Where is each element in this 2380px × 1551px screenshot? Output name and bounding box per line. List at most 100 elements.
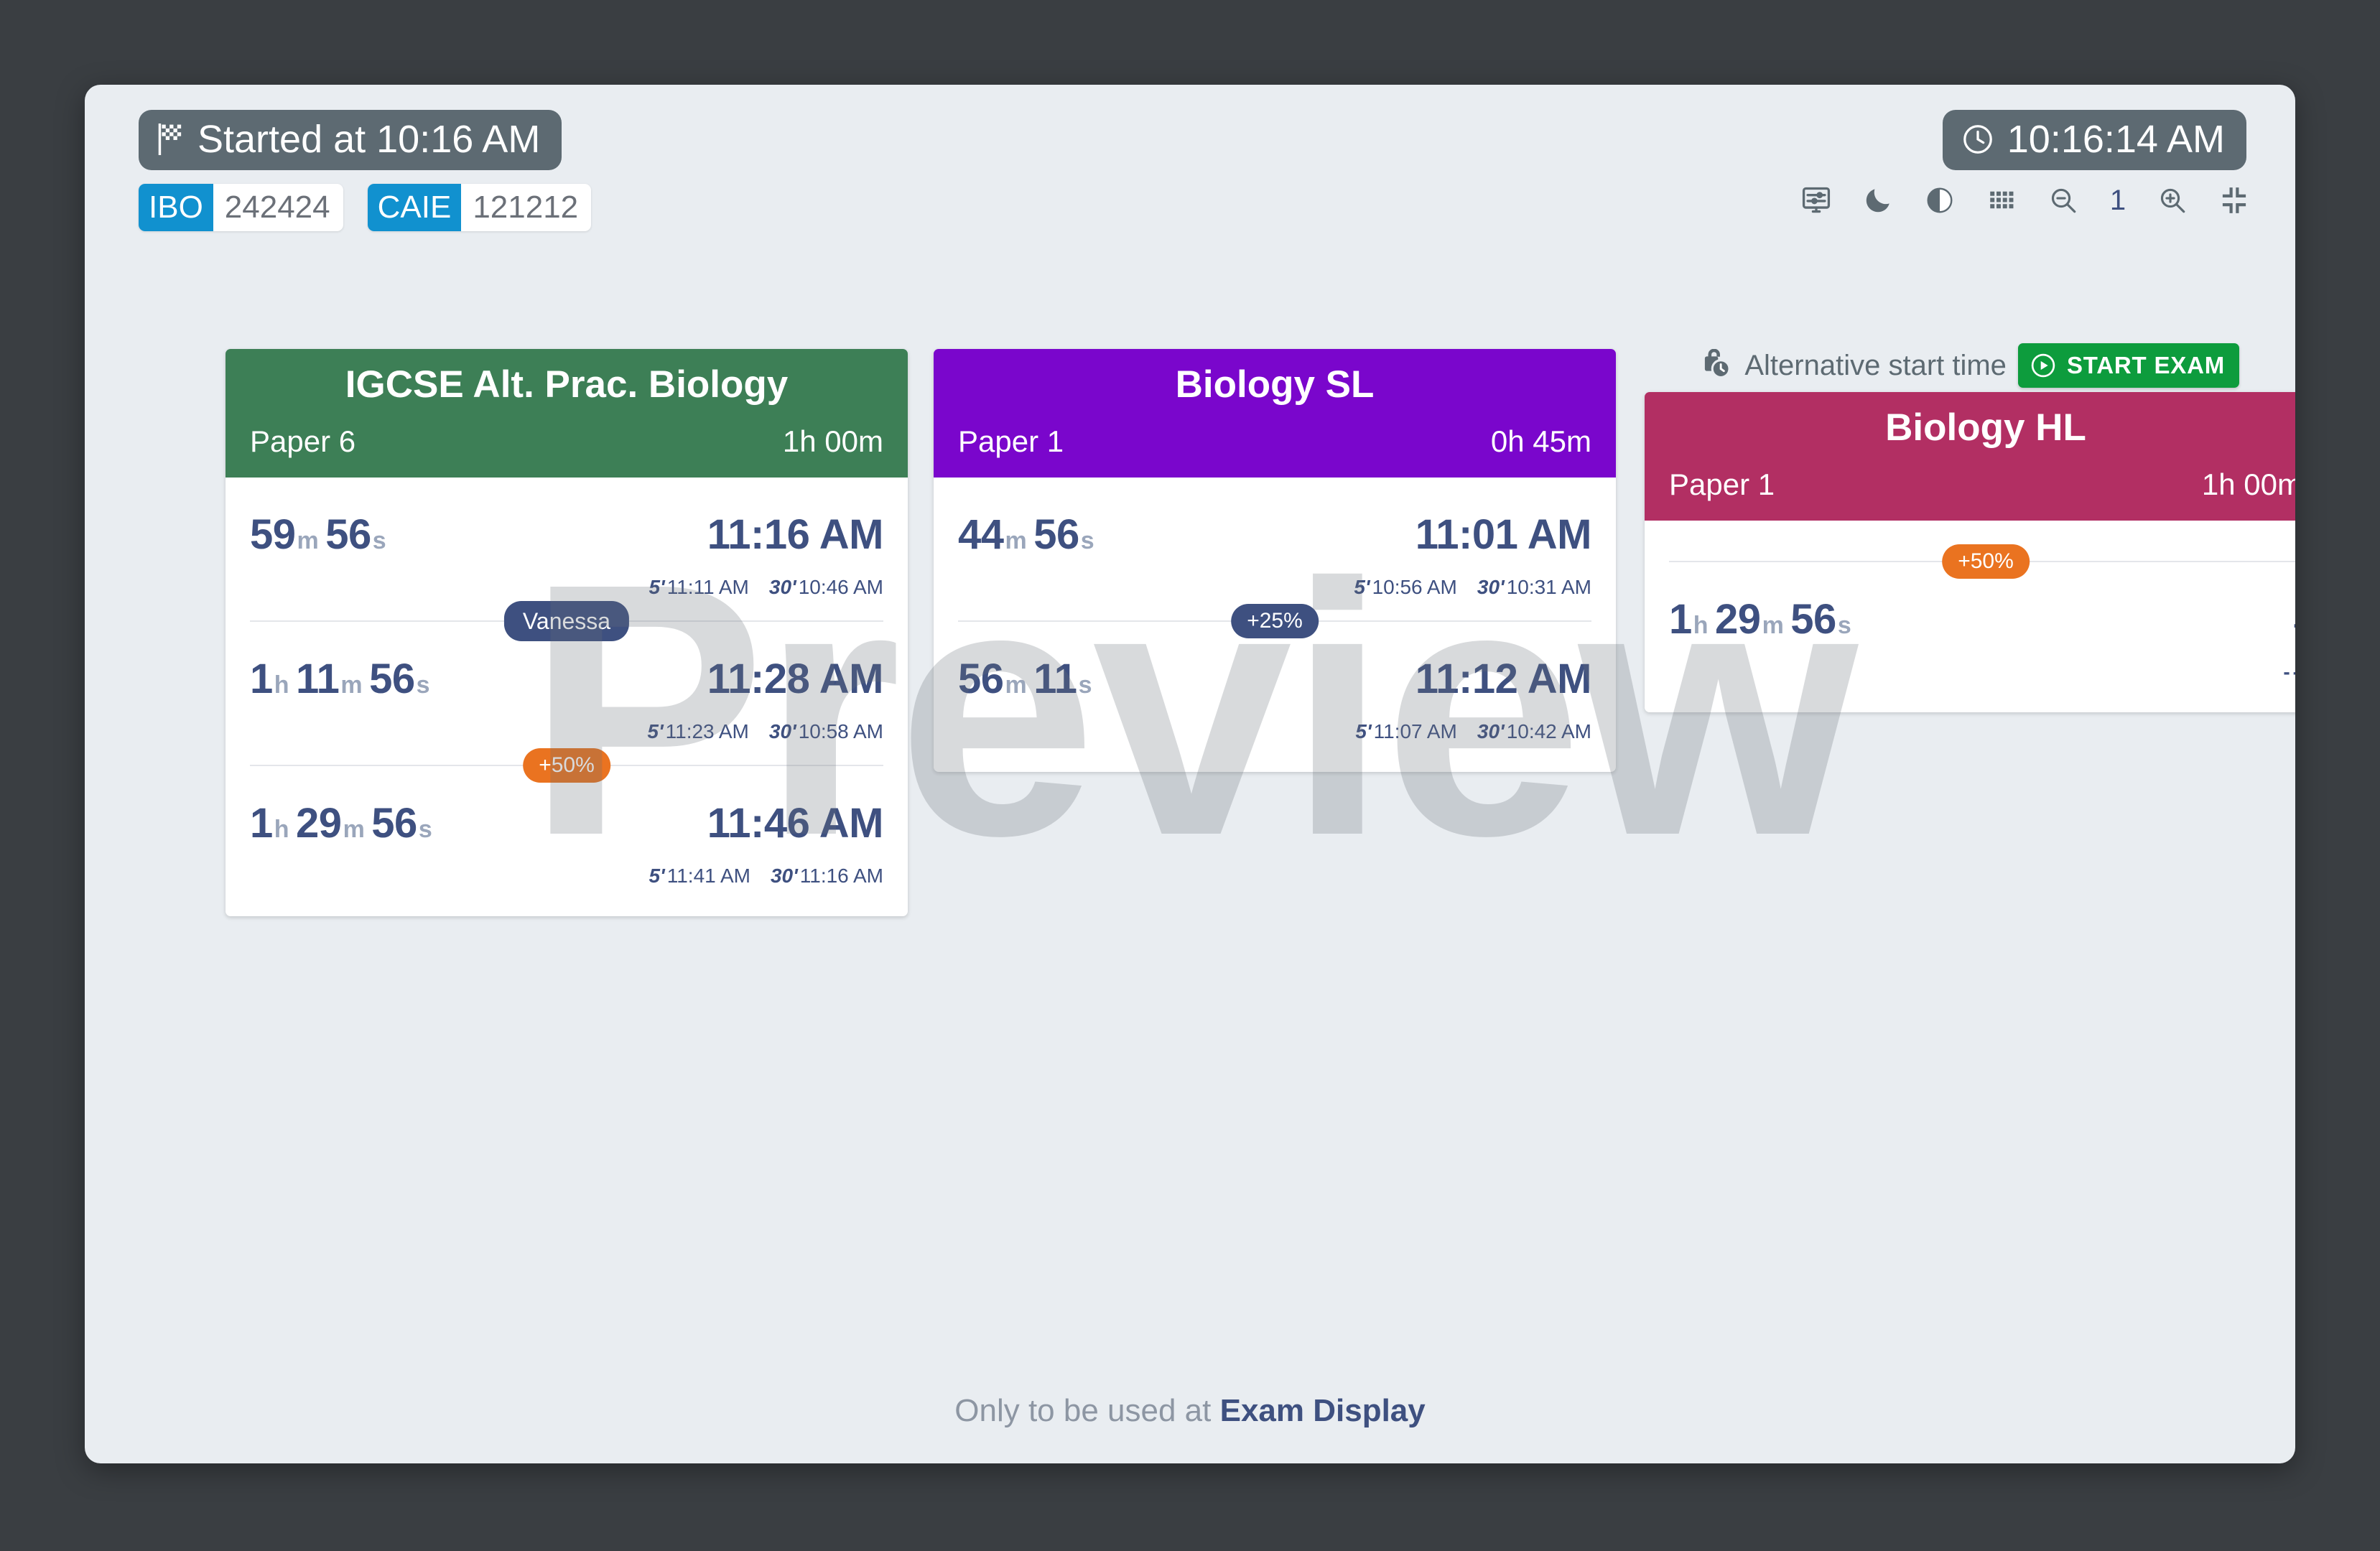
warning-mark: 5'	[649, 576, 665, 599]
exam-slot: 1h 11m 56s 11:28 AM 5' 11:23 AM 30' 10:58 AM	[250, 622, 884, 765]
remaining-unit: m	[1005, 671, 1027, 699]
remaining-value: 29	[1715, 596, 1761, 643]
footer-note: Only to be used at Exam Display	[85, 1393, 2295, 1429]
compress-icon[interactable]	[2218, 184, 2251, 217]
start-exam-button[interactable]: START EXAM	[2017, 343, 2239, 388]
exam-slot: 44m 56s 11:01 AM 5' 10:56 AM 30' 10:31 AM	[958, 478, 1592, 620]
remaining-time: 1h 29m 56s	[250, 799, 439, 847]
end-time: 11:01 AM	[1415, 511, 1592, 559]
warning-mark: 5'	[647, 720, 664, 743]
remaining-value: 1	[1669, 596, 1692, 643]
remaining-unit: s	[1080, 527, 1094, 555]
exam-slot: 1h 29m 56s 11:46 AM 5' 11:41 AM 30' 11:16 AM	[250, 766, 884, 909]
remaining-unit: m	[1762, 612, 1784, 640]
slot-main: 56m 11s 11:12 AM	[958, 622, 1592, 703]
id-chip-number: 242424	[224, 190, 330, 225]
slot-main: 44m 56s 11:01 AM	[958, 478, 1592, 559]
exam-slot: 1h29m56s - --	[1669, 562, 2295, 705]
warning-mark: 5'	[649, 865, 665, 888]
remaining-time: 44m 56s	[958, 511, 1101, 559]
warning-mark: 30'	[1477, 720, 1505, 743]
zoom-in-icon[interactable]	[2156, 184, 2189, 217]
start-exam-label: START EXAM	[2066, 352, 2225, 378]
card-title: Biology SL	[1175, 363, 1375, 406]
warning-mark: 30'	[768, 720, 796, 743]
remaining-value: 11	[1033, 656, 1077, 703]
remaining-unit: m	[1005, 527, 1027, 555]
clock-icon	[1961, 123, 1994, 156]
top-bar: Started at 10:16 AM 10:16:14 AM IBO 2424…	[85, 85, 2295, 388]
exam-card-biology-hl[interactable]: Biology HL Paper 1 1h 00m +50% 1h 29m 56s …	[1645, 392, 2295, 713]
footer-prefix: Only to be used at	[954, 1393, 1220, 1428]
exam-card-igcse-alt-prac-biology[interactable]: IGCSE Alt. Prac. Biology Paper 6 1h 00m …	[226, 349, 908, 917]
remaining-value: 1	[250, 656, 273, 703]
card-duration: 1h 00m	[782, 424, 883, 459]
end-time: 11:16 AM	[707, 511, 884, 559]
warning-time: 11:16 AM	[799, 865, 883, 888]
warning-time: 11:07 AM	[1373, 720, 1457, 743]
remaining-unit: s	[372, 527, 386, 555]
exam-card-biology-sl[interactable]: Biology SL Paper 1 0h 45m 44m 56s 11:01 A…	[934, 349, 1616, 773]
slot-warnings: --	[2283, 661, 2295, 684]
warning-time: 11:11 AM	[666, 576, 749, 599]
zoom-out-icon[interactable]	[2047, 184, 2080, 217]
warning-time: 10:56 AM	[1372, 576, 1457, 599]
slot-main: 1h 29m 56s 11:46 AM	[250, 766, 884, 847]
remaining-value: 56	[325, 511, 371, 559]
card-paper: Paper 1	[1669, 467, 1775, 502]
warning-time: 10:58 AM	[798, 720, 883, 743]
current-time-label: 10:16:14 AM	[2007, 118, 2225, 161]
footer-brand: Exam Display	[1219, 1393, 1426, 1428]
remaining-unit: m	[297, 527, 319, 555]
remaining-value: 56	[1790, 596, 1836, 643]
warning-mark: 5'	[1354, 576, 1370, 599]
warning-mark: 5'	[1355, 720, 1372, 743]
remaining-unit: s	[416, 671, 430, 699]
remaining-unit: s	[1078, 671, 1092, 699]
remaining-unit: h	[274, 671, 289, 699]
id-chip-number: 121212	[473, 190, 579, 225]
remaining-time: 56m 11s	[958, 655, 1099, 703]
exam-slot: 56m 11s 11:12 AM 5' 11:07 AM 30' 10:42 AM	[958, 622, 1592, 765]
slot-warnings: 5' 11:07 AM 30' 10:42 AM	[958, 703, 1591, 765]
end-time: 11:28 AM	[707, 656, 884, 703]
id-chip-caie[interactable]: CAIE 121212	[367, 184, 592, 231]
remaining-time: 1h 29m 56s	[1669, 595, 1858, 643]
card-header: Biology SL Paper 1 0h 45m	[934, 349, 1616, 478]
remaining-value: 44	[958, 511, 1004, 559]
card-title: Biology HL	[1885, 406, 2086, 449]
warning-time: 11:23 AM	[665, 720, 749, 743]
card-subrow: Paper 1 0h 45m	[958, 424, 1591, 459]
card-body: +50% 1h29m56s - --	[1645, 544, 2295, 712]
checkered-flag-icon	[157, 124, 185, 155]
remaining-value: 56	[369, 656, 415, 703]
card-body: 59m 56s 11:16 AM 5' 11:11 AM 30' 10:46 AM Va…	[226, 478, 908, 916]
slot-main: 1h29m56s -	[1669, 562, 2295, 643]
grid-icon[interactable]	[1985, 184, 2018, 217]
remaining-value: 56	[958, 656, 1004, 703]
card-subrow: Paper 1 1h 00m	[1669, 467, 2295, 502]
remaining-unit: s	[1837, 612, 1851, 640]
contrast-icon[interactable]	[1923, 184, 1956, 217]
warning-time: 10:46 AM	[798, 576, 883, 599]
display-settings-icon[interactable]	[1800, 184, 1833, 217]
remaining-unit: m	[340, 671, 363, 699]
remaining-value: 29	[296, 800, 342, 847]
alternative-start-row: Alternative start time START EXAM	[1700, 343, 2239, 388]
started-at-label: Started at 10:16 AM	[197, 118, 541, 161]
warning-time: 10:42 AM	[1506, 720, 1591, 743]
id-chip-tag: IBO	[139, 184, 213, 231]
remaining-unit: s	[418, 816, 432, 844]
remaining-time: 59m 56s	[250, 511, 393, 559]
card-paper: Paper 6	[250, 424, 356, 459]
remaining-value: 1	[250, 800, 273, 847]
end-time: 11:46 AM	[707, 800, 884, 847]
moon-icon[interactable]	[1861, 184, 1895, 217]
card-paper: Paper 1	[958, 424, 1064, 459]
warning-time: 11:41 AM	[666, 865, 750, 888]
remaining-value: 59	[250, 511, 296, 559]
end-time: 11:12 AM	[1415, 656, 1592, 703]
end-time: -	[2293, 608, 2295, 641]
id-chip-ibo[interactable]: IBO 242424	[139, 184, 343, 231]
slot-main: 59m 56s 11:16 AM	[250, 478, 884, 559]
